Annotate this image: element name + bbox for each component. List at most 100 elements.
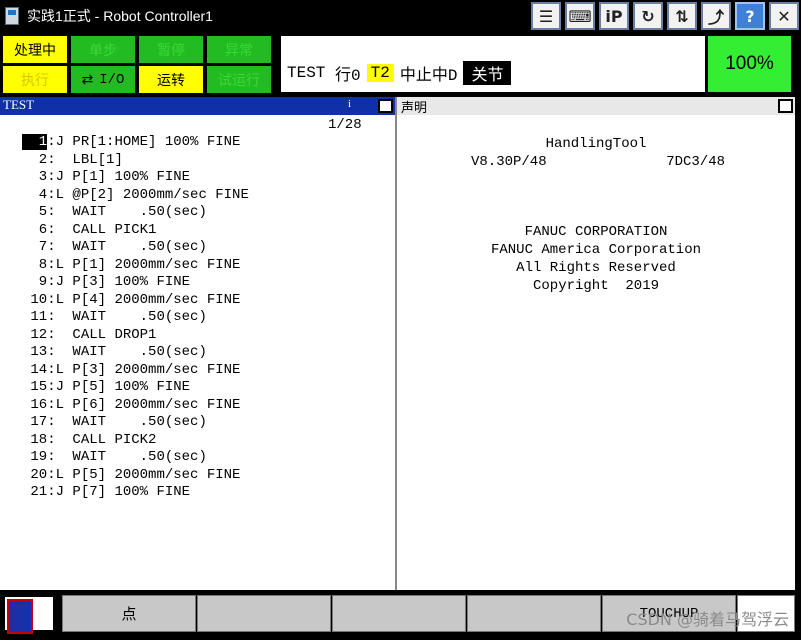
override-value[interactable]: 100%: [708, 36, 791, 92]
keyboard-icon[interactable]: ⌨: [565, 2, 595, 30]
motion-type: :: [47, 204, 65, 220]
program-line[interactable]: 19: WAIT .50(sec): [22, 449, 249, 467]
toolbar: ☰ ⌨ iP ↻ ⇅ ⤴ ? ✕: [531, 2, 799, 30]
list-icon[interactable]: ☰: [531, 2, 561, 30]
program-line[interactable]: 5: WAIT .50(sec): [22, 204, 249, 222]
program-line[interactable]: 21:J P[7] 100% FINE: [22, 484, 249, 502]
program-line[interactable]: 6: CALL PICK1: [22, 222, 249, 240]
lamp-prod: 运转: [139, 66, 203, 93]
program-line[interactable]: 1:J PR[1:HOME] 100% FINE: [22, 134, 249, 152]
program-line[interactable]: 16:L P[6] 2000mm/sec FINE: [22, 397, 249, 415]
line-number: 2: [22, 151, 48, 168]
coord-badge: 关节: [463, 61, 512, 85]
instruction-text: P[1] 100% FINE: [64, 169, 191, 185]
program-line[interactable]: 14:L P[3] 2000mm/sec FINE: [22, 362, 249, 380]
motion-type: :J: [47, 274, 65, 290]
about-content: HandlingTool V8.30P/48 7DC3/48 FANUC COR…: [397, 135, 795, 295]
instruction-text: P[5] 2000mm/sec FINE: [64, 466, 241, 483]
app-icon: [5, 7, 19, 25]
instruction-text: LBL[1]: [64, 151, 123, 168]
program-line[interactable]: 15:J P[5] 100% FINE: [22, 379, 249, 397]
program-line[interactable]: 4:L @P[2] 2000mm/sec FINE: [22, 187, 249, 205]
program-line[interactable]: 18: CALL PICK2: [22, 432, 249, 450]
close-icon[interactable]: ✕: [769, 2, 799, 30]
instruction-text: WAIT .50(sec): [64, 414, 207, 430]
instruction-text: WAIT .50(sec): [64, 309, 207, 325]
motion-type: :: [47, 309, 65, 325]
instruction-text: CALL PICK2: [64, 431, 157, 448]
motion-type: :J: [47, 134, 65, 150]
program-line[interactable]: 7: WAIT .50(sec): [22, 239, 249, 257]
f4-key[interactable]: [467, 595, 601, 632]
mode-badge: T2: [366, 64, 394, 82]
instruction-text: @P[2] 2000mm/sec FINE: [64, 186, 249, 203]
exit-icon[interactable]: ⤴: [701, 2, 731, 30]
line-number: 20: [22, 466, 48, 483]
program-line[interactable]: 17: WAIT .50(sec): [22, 414, 249, 432]
program-line[interactable]: 11: WAIT .50(sec): [22, 309, 249, 327]
instruction-text: P[3] 100% FINE: [64, 274, 191, 290]
lamp-fault: 异常: [207, 36, 271, 63]
menu-indicator-icon[interactable]: [3, 595, 55, 634]
function-key-bar: 点 TOUCHUP CSDN @骑着马驾浮云: [0, 592, 801, 640]
instruction-text: P[1] 2000mm/sec FINE: [64, 256, 241, 273]
motion-type: :J: [47, 379, 65, 395]
company-line-2: FANUC America Corporation: [490, 242, 702, 258]
line-number: 15: [22, 379, 48, 395]
instruction-text: WAIT .50(sec): [64, 204, 207, 220]
line-number: 13: [22, 344, 48, 360]
ip-icon[interactable]: iP: [599, 2, 629, 30]
motion-type: :L: [47, 466, 65, 483]
line-number: 3: [22, 169, 48, 185]
program-line[interactable]: 8:L P[1] 2000mm/sec FINE: [22, 257, 249, 275]
help-icon[interactable]: ?: [735, 2, 765, 30]
f3-key[interactable]: [332, 595, 466, 632]
program-line[interactable]: 10:L P[4] 2000mm/sec FINE: [22, 292, 249, 310]
motion-type: :L: [47, 291, 65, 308]
line-number: 9: [22, 274, 48, 290]
version: V8.30P/48: [471, 154, 547, 170]
program-line[interactable]: 12: CALL DROP1: [22, 327, 249, 345]
program-line[interactable]: 13: WAIT .50(sec): [22, 344, 249, 362]
motion-type: :: [47, 239, 65, 255]
resize-icon[interactable]: i: [348, 98, 351, 110]
copyright-line: Copyright 2019: [532, 278, 660, 294]
maximize-icon[interactable]: [378, 99, 393, 113]
line-number: 1: [22, 134, 48, 150]
lamp-tcyc: 试运行: [207, 66, 271, 93]
io-icon[interactable]: ⇅: [667, 2, 697, 30]
instruction-text: WAIT .50(sec): [64, 449, 207, 465]
version-row: V8.30P/48 7DC3/48: [397, 153, 795, 171]
line-number: 16: [22, 396, 48, 413]
lamp-io-label: I/O: [99, 71, 125, 88]
program-line[interactable]: 2: LBL[1]: [22, 152, 249, 170]
line-number: 7: [22, 239, 48, 255]
maximize-icon[interactable]: [778, 99, 793, 113]
instruction-text: P[5] 100% FINE: [64, 379, 191, 395]
about-panel-header: 声明: [397, 97, 795, 116]
motion-type: :: [47, 151, 65, 168]
instruction-text: P[3] 2000mm/sec FINE: [64, 361, 241, 378]
run-state: 中止中D: [399, 67, 458, 85]
about-panel-title: 声明: [401, 101, 428, 116]
instruction-text: WAIT .50(sec): [64, 344, 207, 360]
lamp-hold: 暂停: [139, 36, 203, 63]
instruction-text: P[4] 2000mm/sec FINE: [64, 291, 241, 308]
program-line[interactable]: 20:L P[5] 2000mm/sec FINE: [22, 467, 249, 485]
lamp-io: ⇄ I/O: [71, 66, 135, 93]
build: 7DC3/48: [666, 154, 725, 170]
company-line-1: FANUC CORPORATION: [524, 224, 668, 240]
instruction-text: CALL PICK1: [64, 221, 157, 238]
window-title: 实践1正式 - Robot Controller1: [27, 8, 213, 24]
f1-key[interactable]: 点: [62, 595, 196, 632]
motion-type: :L: [47, 256, 65, 273]
motion-type: :: [47, 221, 65, 238]
program-line[interactable]: 3:J P[1] 100% FINE: [22, 169, 249, 187]
line-number: 18: [22, 431, 48, 448]
program-name: TEST: [287, 64, 326, 82]
f2-key[interactable]: [197, 595, 331, 632]
program-line[interactable]: 9:J P[3] 100% FINE: [22, 274, 249, 292]
line-number: 12: [22, 326, 48, 343]
program-listing[interactable]: 1:J PR[1:HOME] 100% FINE 2: LBL[1] 3:J P…: [22, 134, 249, 502]
refresh-icon[interactable]: ↻: [633, 2, 663, 30]
